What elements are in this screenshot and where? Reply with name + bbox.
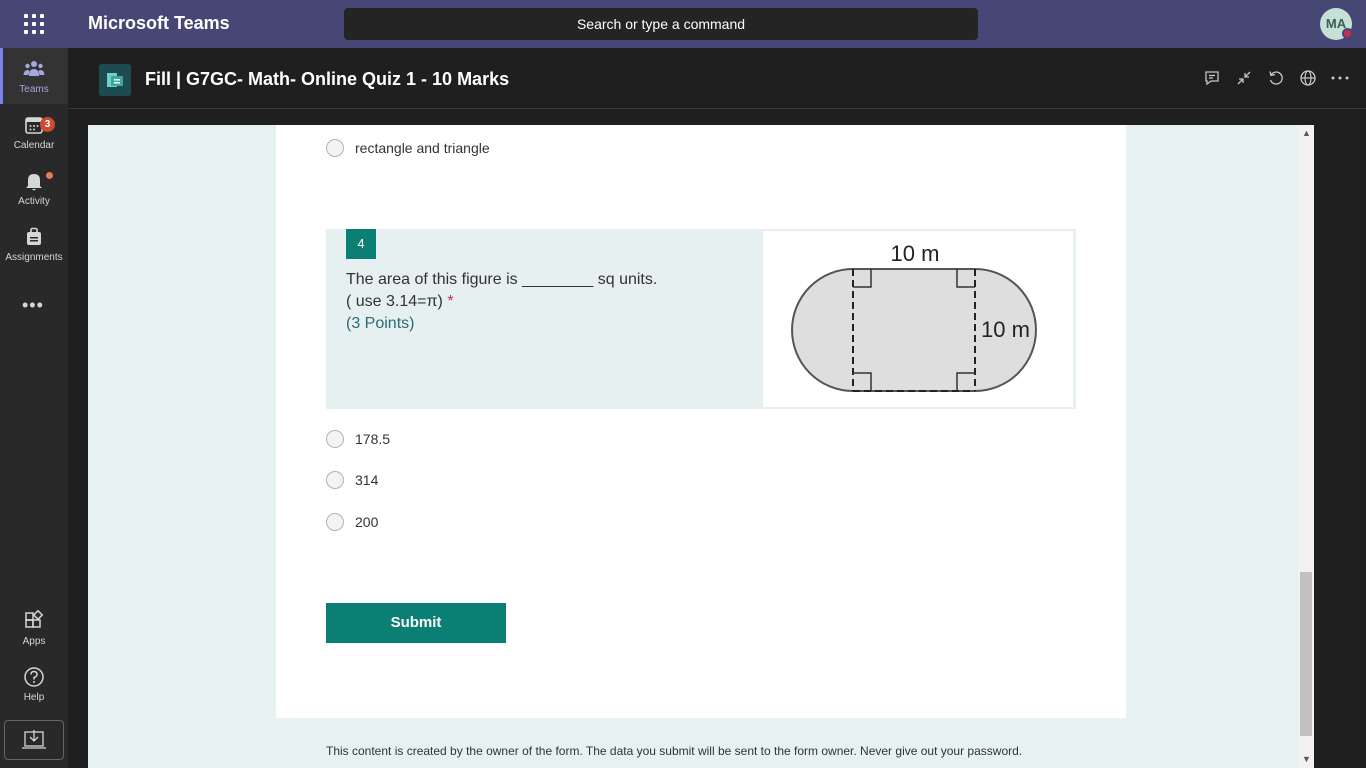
submit-button[interactable]: Submit <box>326 603 506 643</box>
assignments-notification-dot <box>46 172 53 179</box>
form-card: rectangle and triangle 4 The area of thi… <box>276 125 1126 718</box>
presence-status-icon <box>1342 28 1353 39</box>
question-4: 4 The area of this figure is ________ sq… <box>326 229 1076 409</box>
app-header: Fill | G7GC- Math- Online Quiz 1 - 10 Ma… <box>68 48 1366 109</box>
rail-item-label: Calendar <box>13 140 55 151</box>
more-apps-icon[interactable]: ••• <box>22 295 44 316</box>
collapse-icon[interactable] <box>1234 68 1254 88</box>
figure-label-top: 10 m <box>891 241 940 266</box>
rail-item-activity[interactable]: Activity <box>0 160 68 216</box>
download-icon <box>22 730 46 749</box>
scrollbar-thumb[interactable] <box>1300 572 1312 736</box>
app-title: Microsoft Teams <box>88 13 230 33</box>
app-launcher-icon[interactable] <box>22 12 46 36</box>
forms-app-icon <box>99 64 131 96</box>
scroll-up-icon[interactable]: ▲ <box>1302 128 1311 138</box>
more-options-icon[interactable] <box>1330 68 1350 88</box>
radio-button[interactable] <box>326 513 344 531</box>
option-178-5[interactable]: 178.5 <box>326 430 390 448</box>
question-line-1: The area of this figure is ________ sq u… <box>346 271 658 288</box>
rail-item-label: Activity <box>18 196 50 207</box>
required-marker: * <box>447 293 454 310</box>
scroll-down-icon[interactable]: ▼ <box>1302 754 1311 764</box>
refresh-icon[interactable] <box>1266 68 1286 88</box>
rail-item-label: Teams <box>19 84 49 95</box>
question-number: 4 <box>346 229 376 259</box>
bell-icon <box>26 174 42 191</box>
radio-button[interactable] <box>326 471 344 489</box>
rail-item-help[interactable]: Help <box>0 656 68 712</box>
help-icon <box>24 667 44 687</box>
teams-icon <box>23 61 45 76</box>
download-app-button[interactable] <box>4 720 64 760</box>
radio-button[interactable] <box>326 139 344 157</box>
rail-item-label: Apps <box>22 636 46 647</box>
question-points: (3 Points) <box>346 315 415 332</box>
option-200[interactable]: 200 <box>326 513 378 531</box>
left-rail: Teams Calendar Activity Assignments ••• <box>0 48 68 768</box>
activity-badge: 3 <box>40 117 55 132</box>
option-label: 314 <box>355 472 379 488</box>
option-rectangle-and-triangle[interactable]: rectangle and triangle <box>326 139 490 157</box>
rail-item-label: Help <box>23 692 45 703</box>
conversation-icon[interactable] <box>1202 68 1222 88</box>
rail-item-assignments[interactable]: Assignments <box>0 216 68 272</box>
radio-button[interactable] <box>326 430 344 448</box>
question-line-2: ( use 3.14=π) <box>346 293 443 310</box>
form-disclaimer: This content is created by the owner of … <box>326 744 1023 758</box>
rail-item-label: Assignments <box>5 252 63 263</box>
question-text: The area of this figure is ________ sq u… <box>346 269 746 335</box>
rail-item-apps[interactable]: Apps <box>0 600 68 656</box>
option-label: 178.5 <box>355 431 391 447</box>
option-label: 200 <box>355 514 379 530</box>
figure-label-right: 10 m <box>981 317 1030 342</box>
rail-item-calendar[interactable]: Calendar <box>0 104 68 160</box>
apps-icon <box>25 610 44 628</box>
question-figure: 10 m 10 m <box>763 231 1073 407</box>
search-input[interactable]: Search or type a command <box>344 8 978 40</box>
page-title: Fill | G7GC- Math- Online Quiz 1 - 10 Ma… <box>145 69 510 89</box>
globe-icon[interactable] <box>1298 68 1318 88</box>
assignments-icon <box>27 227 41 245</box>
rail-item-teams[interactable]: Teams <box>0 48 68 104</box>
form-viewport: rectangle and triangle 4 The area of thi… <box>88 125 1314 768</box>
option-314[interactable]: 314 <box>326 471 378 489</box>
top-bar: Microsoft Teams Search or type a command… <box>0 0 1366 48</box>
option-label: rectangle and triangle <box>355 140 490 156</box>
